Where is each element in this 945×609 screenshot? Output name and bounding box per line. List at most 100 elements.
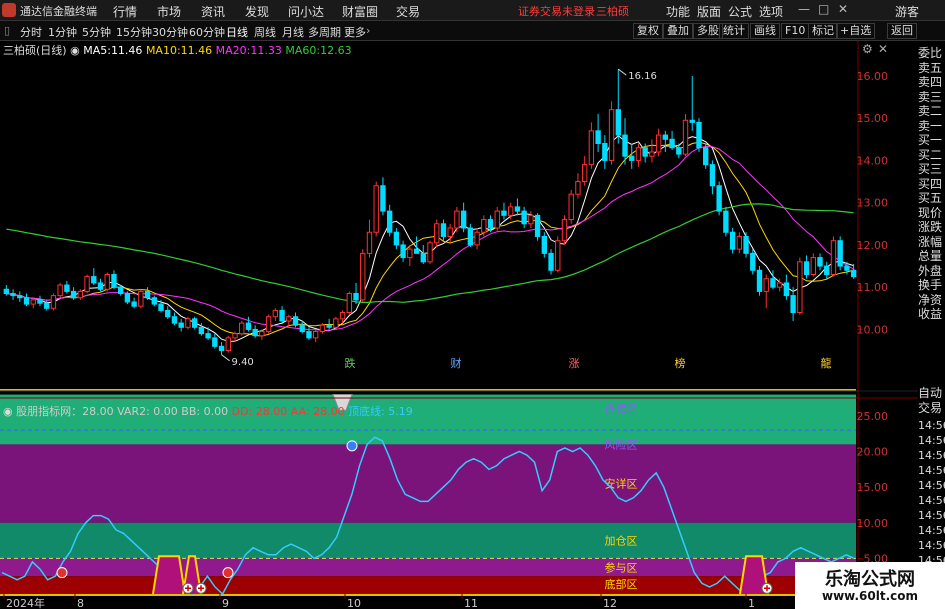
candle-body — [682, 119, 689, 155]
candle-body — [689, 119, 695, 123]
toolbar-adjust[interactable]: 复权 — [633, 23, 663, 39]
event-marker: 涨 — [569, 357, 580, 370]
period-intraday[interactable]: 分时 — [20, 24, 42, 40]
menu-item-news[interactable]: 资讯 — [201, 3, 225, 20]
zone-label: 安详区 — [605, 477, 638, 491]
toolbar-draw[interactable]: 画线 — [750, 23, 780, 39]
event-marker: 财 — [451, 356, 462, 370]
candle-body — [144, 290, 151, 299]
quote-label: 买五 — [918, 191, 943, 205]
candle-body — [407, 248, 413, 259]
stock-period-label: 三柏硕(日线) — [3, 44, 67, 57]
candle-body — [346, 293, 352, 314]
candle-body — [588, 130, 595, 166]
candle-body — [750, 252, 756, 271]
menu-item-trade[interactable]: 交易 — [396, 3, 420, 20]
toolbar-add-watchlist[interactable]: +自选 — [836, 23, 876, 39]
period-15min[interactable]: 15分钟 — [116, 24, 152, 40]
zone-band — [0, 522, 856, 559]
candle-body — [709, 164, 716, 187]
candle-body — [427, 242, 433, 263]
period-more[interactable]: 更多 — [344, 24, 366, 40]
price-tick-label: 15.00 — [857, 112, 889, 125]
toolbar-back[interactable]: 返回 — [887, 23, 917, 39]
candle-body — [111, 273, 117, 288]
quote-label: 卖二 — [918, 104, 943, 118]
settings-icon[interactable]: ⚙ — [862, 42, 873, 56]
indicator-main-value: 股朋指标网：28.00 — [16, 405, 114, 418]
period-toolbar: ▯ 分时 1分钟 5分钟 15分钟 30分钟 60分钟 日线 周线 月线 多周期… — [0, 21, 945, 41]
chevron-right-icon[interactable]: › — [366, 24, 370, 37]
ma5-value: 11.46 — [110, 44, 143, 57]
toolbar-overlay[interactable]: 叠加 — [663, 23, 693, 39]
menu-item-function[interactable]: 功能 — [666, 3, 690, 20]
candle-body — [790, 295, 796, 314]
menu-item-formula[interactable]: 公式 — [728, 3, 752, 20]
blue-ball-marker — [346, 440, 358, 452]
close-icon[interactable]: ✕ — [838, 2, 848, 16]
toolbar-f10[interactable]: F10 — [781, 23, 810, 39]
minimize-icon[interactable]: — — [798, 2, 810, 16]
price-tick-label: 16.00 — [857, 70, 889, 83]
legend-dot-icon: ◉ — [70, 44, 84, 57]
price-tick-label: 14.00 — [857, 154, 889, 167]
menu-item-discover[interactable]: 发现 — [245, 3, 269, 20]
guest-label[interactable]: 游客 — [895, 3, 919, 20]
toolbar-chevron-icon[interactable]: ▯ — [4, 24, 10, 37]
candle-body — [158, 303, 164, 311]
ma20-value: 11.33 — [250, 44, 282, 57]
period-multi[interactable]: 多周期 — [308, 24, 341, 40]
indicator-tick-label: 15.00 — [857, 481, 889, 494]
candle-body — [649, 151, 655, 157]
auto-trade-labels: 自动 交易 — [918, 386, 945, 415]
candle-body — [3, 288, 10, 295]
tick-time: 14:56 — [918, 464, 945, 477]
current-stock-name: 三柏硕 — [596, 5, 629, 18]
candle-body — [454, 210, 460, 229]
trade-label[interactable]: 交易 — [918, 401, 945, 416]
tick-time: 14:56 — [918, 494, 945, 507]
menu-item-markets[interactable]: 市场 — [157, 3, 181, 20]
auto-label[interactable]: 自动 — [918, 386, 945, 401]
menu-item-wealth[interactable]: 财富圈 — [342, 3, 378, 20]
toolbar-mark[interactable]: 标记 — [808, 23, 838, 39]
period-5min[interactable]: 5分钟 — [82, 24, 111, 40]
menu-item-market[interactable]: 行情 — [113, 3, 137, 20]
period-daily[interactable]: 日线 — [226, 24, 248, 40]
candle-body — [447, 227, 453, 237]
candle-body — [265, 316, 272, 333]
quote-label: 外盘 — [918, 263, 943, 278]
candle-body — [622, 134, 628, 157]
menu-item-ask[interactable]: 问小达 — [288, 3, 324, 20]
candle-body — [440, 223, 447, 237]
candle-body — [615, 109, 621, 136]
period-60min[interactable]: 60分钟 — [189, 24, 225, 40]
candle-body — [413, 248, 420, 254]
candle-body — [669, 138, 675, 149]
candle-body — [245, 322, 252, 330]
period-weekly[interactable]: 周线 — [254, 24, 276, 40]
candle-body — [138, 290, 144, 307]
candle-body — [568, 193, 574, 221]
candle-body — [770, 278, 776, 288]
close-pane-icon[interactable]: ✕ — [878, 42, 888, 56]
watermark: 乐淘公式网 www.60lt.com — [795, 562, 945, 609]
candle-body — [487, 219, 494, 229]
candle-body — [655, 134, 662, 153]
period-1min[interactable]: 1分钟 — [48, 24, 77, 40]
date-tick-label: 11 — [464, 597, 478, 609]
trade-login-status[interactable]: 证券交易未登录 — [518, 3, 595, 19]
candle-body — [561, 219, 568, 242]
toolbar-stats[interactable]: 统计 — [719, 23, 749, 39]
chart-area[interactable]: 逃顶区风险区安详区加仓区参与区底部区 16.00 15.00 14.00 13.00 1… — [0, 41, 918, 609]
menu-item-layout[interactable]: 版面 — [697, 3, 721, 20]
ma20-label: MA20: — [215, 44, 251, 57]
quote-label: 卖三 — [918, 89, 943, 104]
period-30min[interactable]: 30分钟 — [152, 24, 188, 40]
candle-body — [380, 185, 386, 212]
high-marker-line — [617, 68, 627, 76]
period-monthly[interactable]: 月线 — [282, 24, 304, 40]
maximize-icon[interactable]: □ — [818, 2, 829, 16]
candle-body — [299, 324, 305, 333]
menu-item-options[interactable]: 选项 — [759, 3, 783, 20]
